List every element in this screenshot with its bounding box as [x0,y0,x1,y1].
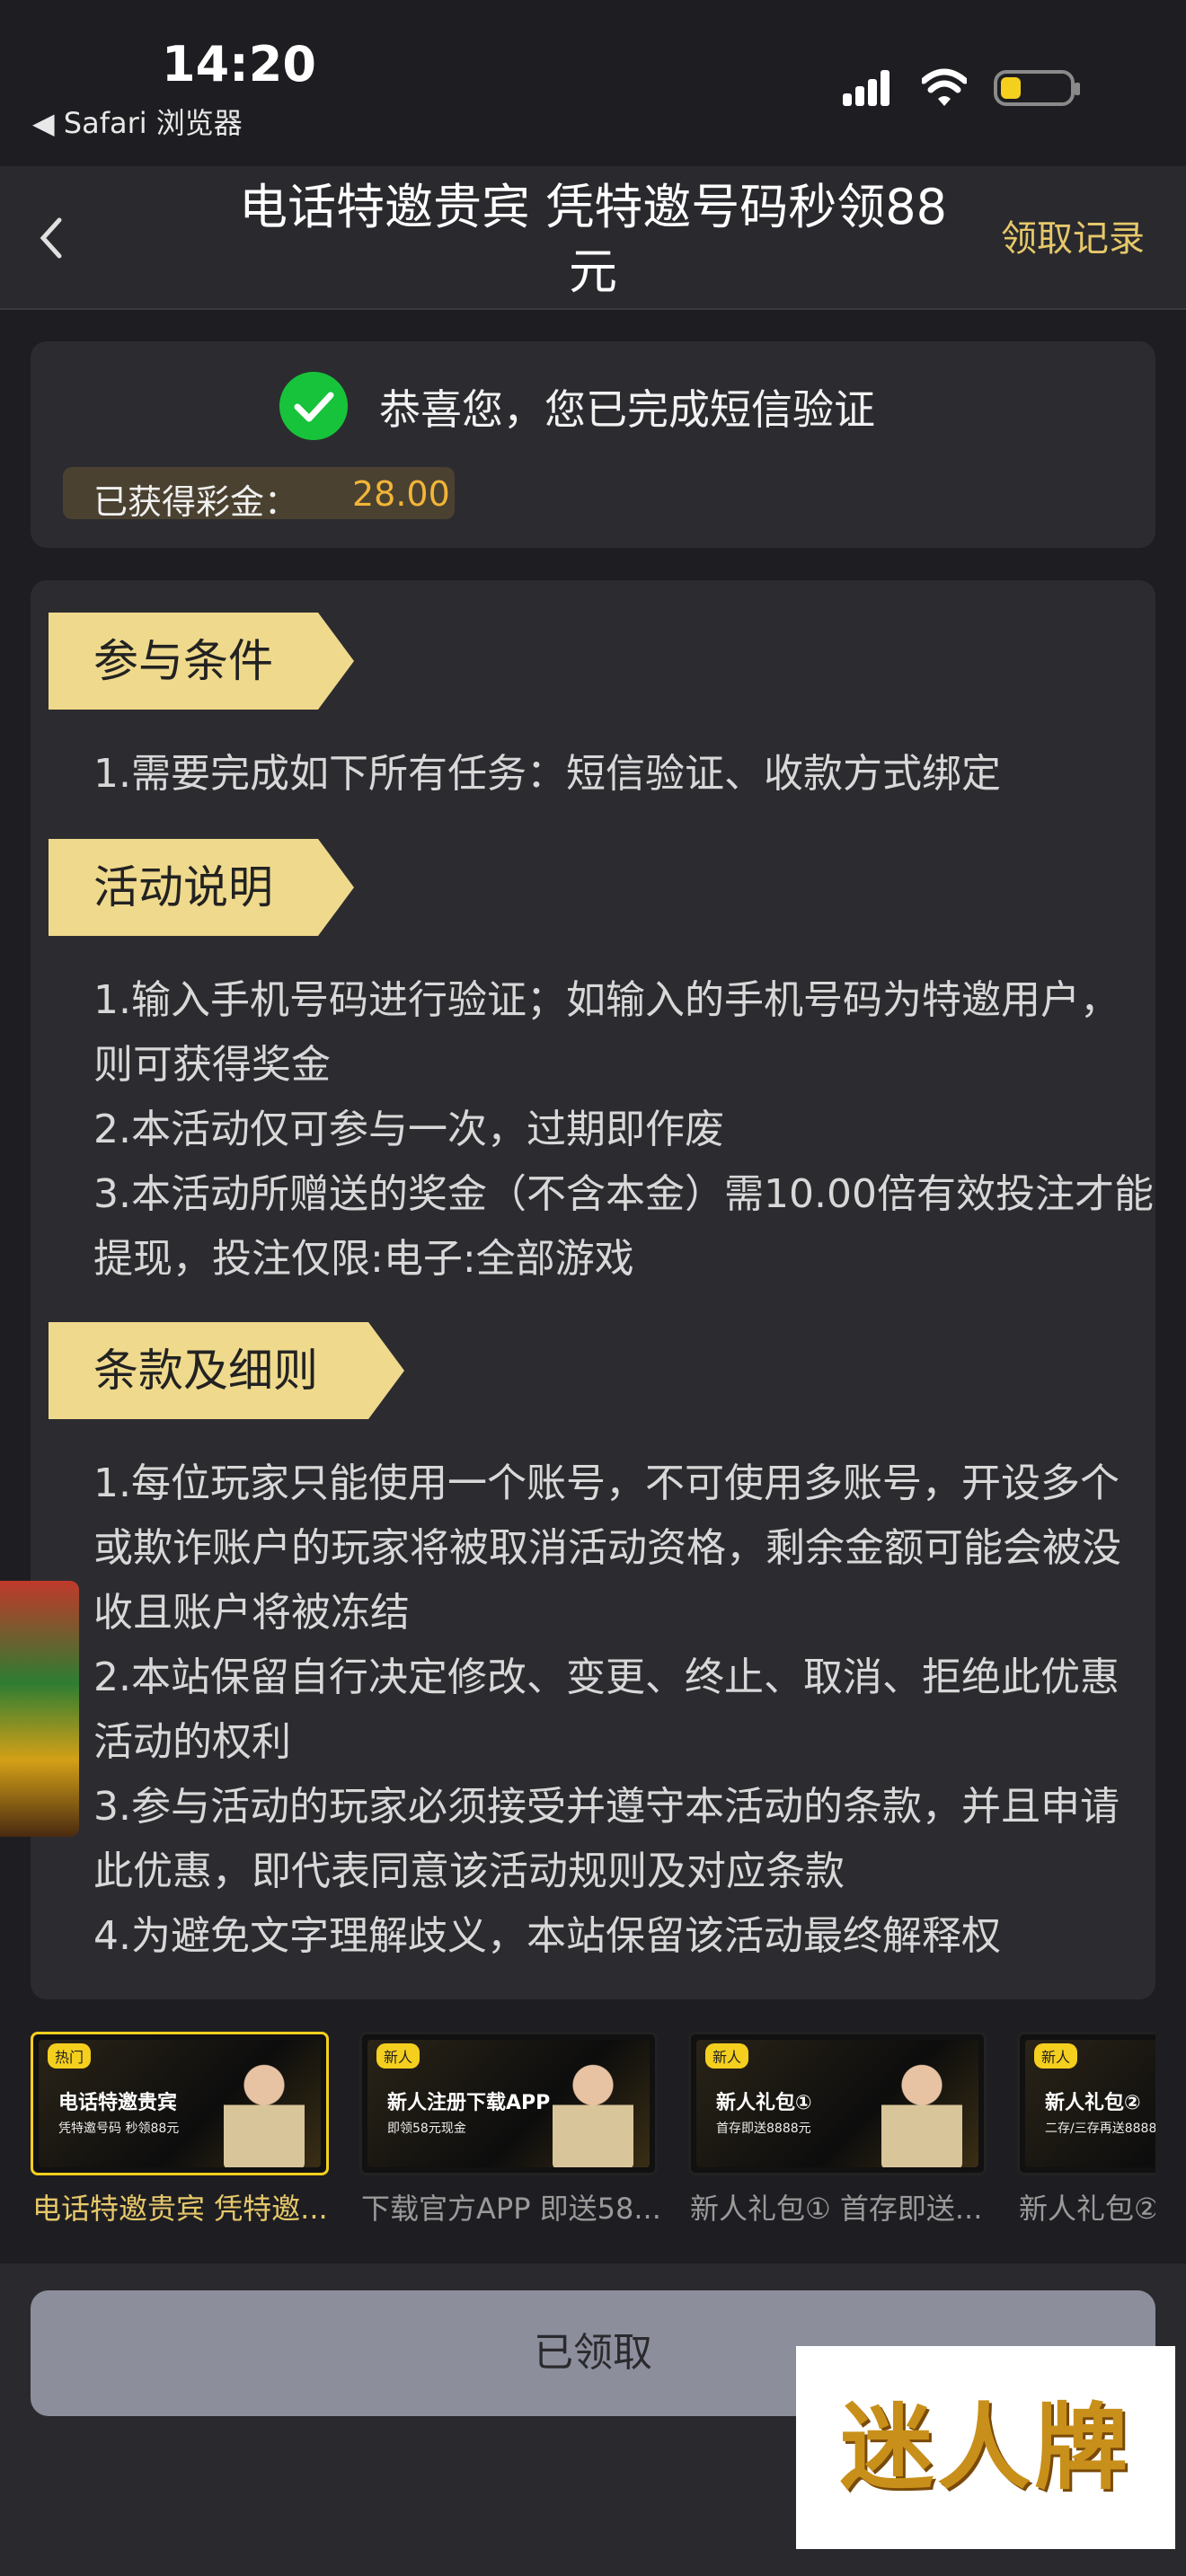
bonus-value: 28.00 [352,474,450,514]
banner-subtitle: 首存即送8888元 [716,2122,811,2136]
banner-subtitle: 即领58元现金 [387,2122,466,2136]
description-item-2: 2.本活动仅可参与一次，过期即作废 [93,1107,724,1152]
claim-record-link[interactable]: 领取记录 [1001,209,1145,261]
promo-banner-1[interactable]: 热门 电话特邀贵宾 凭特邀号码 秒领88元 [31,2032,329,2175]
logo-watermark: 迷人牌 [796,2346,1175,2549]
terms-item-2: 2.本站保留自行决定修改、变更、终止、取消、拒绝此优惠活动的权利 [93,1654,1120,1765]
battery-icon [994,70,1080,106]
bonus-label: 已获得彩金： [93,482,299,522]
wifi-icon [922,68,967,106]
model-image [553,2052,633,2167]
promo-banner-4[interactable]: 新人 新人礼包② 二存/三存再送8888元 [1017,2032,1155,2175]
banner-title: 新人礼包② [1045,2092,1141,2114]
signal-icon [843,68,900,106]
banner-label-1[interactable]: 电话特邀贵宾 凭特邀... [32,2186,328,2228]
banner-title: 新人注册下载APP [387,2092,551,2114]
verification-card: 恭喜您，您已完成短信验证 已获得彩金： 28.00 [31,341,1155,548]
status-time: 14:20 [162,36,316,93]
banner-tag: 新人 [376,2043,420,2069]
banner-subtitle: 凭特邀号码 秒领88元 [58,2122,180,2136]
bonus-badge: 已获得彩金： 28.00 [63,467,455,522]
model-image [224,2052,305,2167]
conditions-text: 1.需要完成如下所有任务：短信验证、收款方式绑定 [93,751,1001,797]
promo-banner-2[interactable]: 新人 新人注册下载APP 即领58元现金 [359,2032,658,2175]
banner-title: 新人礼包① [716,2092,812,2114]
terms-item-4: 4.为避免文字理解歧义，本站保留该活动最终解释权 [93,1913,1001,1959]
terms-item-1: 1.每位玩家只能使用一个账号，不可使用多账号，开设多个或欺诈账户的玩家将被取消活… [93,1460,1121,1636]
promo-banner-strip[interactable]: 热门 电话特邀贵宾 凭特邀号码 秒领88元 电话特邀贵宾 凭特邀... 新人 新… [31,2032,1155,2238]
model-image [881,2052,962,2167]
rules-card: 参与条件 1.需要完成如下所有任务：短信验证、收款方式绑定 活动说明 1.输入手… [31,580,1155,1999]
banner-tag: 新人 [1034,2043,1078,2069]
logo-text: 迷人牌 [839,2393,1131,2502]
section-tag-terms: 条款及细则 [49,1322,404,1419]
promo-banner-3[interactable]: 新人 新人礼包① 首存即送8888元 [688,2032,987,2175]
banner-label-4[interactable]: 新人礼包② [1019,2186,1155,2228]
back-to-safari-link[interactable]: ◀ Safari 浏览器 [32,101,243,142]
page-title: 电话特邀贵宾 凭特邀号码秒领88元 [239,179,947,300]
verification-message: 恭喜您，您已完成短信验证 [379,385,875,434]
banner-label-2[interactable]: 下载官方APP 即送58... [361,2186,661,2228]
banner-tag: 新人 [705,2043,749,2069]
nav-bar: 电话特邀贵宾 凭特邀号码秒领88元 领取记录 [0,166,1186,310]
back-chevron-icon[interactable] [32,211,68,265]
banner-label-3[interactable]: 新人礼包① 首存即送... [690,2186,982,2228]
banner-tag: 热门 [48,2043,92,2069]
section-tag-description: 活动说明 [49,839,354,936]
banner-title: 电话特邀贵宾 [58,2092,178,2114]
check-circle-icon [279,372,348,440]
section-tag-conditions: 参与条件 [49,613,354,710]
banner-subtitle: 二存/三存再送8888元 [1045,2122,1155,2136]
floating-promo-widget[interactable] [0,1581,79,1837]
description-item-3: 3.本活动所赠送的奖金（不含本金）需10.00倍有效投注才能提现，投注仅限:电子… [93,1171,1154,1282]
description-item-1: 1.输入手机号码进行验证；如输入的手机号码为特邀用户，则可获得奖金 [93,977,1120,1088]
status-bar: 14:20 ◀ Safari 浏览器 [0,0,1186,166]
terms-item-3: 3.参与活动的玩家必须接受并遵守本活动的条款，并且申请此优惠，即代表同意该活动规… [93,1784,1120,1894]
